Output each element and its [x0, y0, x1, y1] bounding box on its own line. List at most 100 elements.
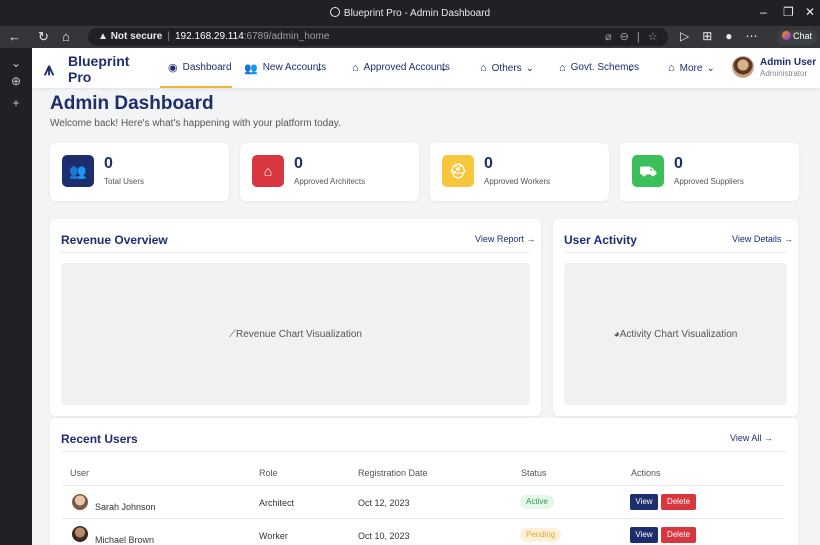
view-button[interactable]: View — [630, 527, 658, 543]
top-navbar: ⩚ Blueprint Pro ◉ Dashboard 👥 New Accounts… — [32, 48, 820, 88]
hardhat-icon: ⛑ — [442, 155, 474, 187]
column-header-status: Status — [521, 468, 547, 478]
column-header-role: Role — [259, 468, 278, 478]
toolbar-icons: ▷ ⊞ ● ⋯ — [680, 29, 771, 43]
reload-button[interactable]: ↻ — [38, 29, 49, 45]
stat-card-approved-suppliers: ⛟ 0 Approved Suppliers — [620, 143, 799, 201]
stat-label: Approved Suppliers — [674, 177, 744, 186]
window-titlebar: Blueprint Pro - Admin Dashboard – ❐ ✕ — [0, 0, 820, 26]
view-report-link[interactable]: View Report → — [475, 234, 535, 244]
home-icon: ⌂ — [480, 62, 487, 74]
url-field[interactable]: ▲ Not secure | 192.168.29.114:6789/admin_h… — [88, 28, 668, 46]
line-chart-icon: ⟋ — [228, 328, 236, 340]
divider — [61, 252, 530, 253]
stat-value: 0 — [484, 155, 493, 172]
truck-icon: ⛟ — [632, 155, 664, 187]
users-icon: 👥 — [62, 155, 94, 187]
chevron-down-icon: ⌄ — [439, 62, 449, 74]
page-title: Admin Dashboard — [50, 93, 214, 114]
chevron-down-icon: ⌄ — [626, 62, 636, 74]
menu-icon[interactable]: ⋯ — [746, 29, 758, 43]
stat-value: 0 — [674, 155, 683, 172]
chat-button[interactable]: Chat — [777, 30, 818, 45]
globe-tab-icon[interactable]: ⊕ — [0, 74, 32, 88]
page-subtitle: Welcome back! Here's what's happening wi… — [50, 118, 341, 129]
row-divider — [62, 485, 784, 486]
close-window-button[interactable]: ✕ — [805, 5, 815, 19]
nav-approved-accounts-label: Approved Accounts — [363, 62, 450, 73]
nav-govt-schemes-label: Govt. Schemes — [570, 62, 640, 73]
home-button[interactable]: ⌂ — [62, 29, 70, 44]
compass-icon: ⩚ — [44, 59, 55, 79]
security-label[interactable]: Not secure — [111, 31, 163, 42]
url-host: 192.168.29.114 — [174, 31, 244, 42]
column-header-date: Registration Date — [358, 468, 428, 478]
back-button[interactable]: ← — [8, 29, 21, 44]
chevron-down-icon: ⌄ — [525, 62, 535, 74]
column-header-user: User — [70, 468, 90, 478]
stat-label: Total Users — [104, 177, 145, 186]
address-bar: ← ↻ ⌂ ▲ Not secure | 192.168.29.114:6789/a… — [0, 26, 820, 48]
nav-govt-schemes[interactable]: ⌂ Govt. Schemes ⌄ — [559, 48, 640, 88]
stat-label: Approved Workers — [484, 177, 551, 186]
globe-icon — [329, 7, 340, 17]
home-icon: ⌂ — [252, 155, 284, 187]
minimize-button[interactable]: – — [760, 5, 767, 19]
brand-name: Blueprint Pro — [68, 53, 130, 85]
user-name-cell: Michael Brown — [95, 535, 155, 545]
nav-new-accounts-label: New Accounts — [262, 62, 327, 73]
nav-dashboard-label: Dashboard — [182, 61, 232, 73]
role-cell: Worker — [259, 531, 288, 541]
card-title: User Activity — [564, 233, 637, 247]
column-header-actions: Actions — [631, 468, 661, 478]
card-title: Revenue Overview — [61, 233, 168, 247]
user-activity-card: User Activity View Details → ◕ Activity C… — [553, 219, 798, 416]
stat-value: 0 — [104, 155, 113, 172]
delete-button[interactable]: Delete — [661, 494, 696, 510]
nav-others-label: Others — [491, 62, 522, 74]
revenue-chart: ⟋ Revenue Chart Visualization — [61, 263, 530, 405]
divider — [564, 252, 787, 253]
page: ⩚ Blueprint Pro ◉ Dashboard 👥 New Accounts… — [32, 48, 820, 545]
user-name: Admin User — [760, 57, 817, 68]
chat-label: Chat — [793, 31, 813, 41]
nav-more[interactable]: ⌂ More ⌄ — [668, 48, 715, 88]
nav-new-accounts[interactable]: 👥 New Accounts ⌄ — [244, 48, 327, 88]
status-badge: Pending — [520, 528, 562, 542]
view-details-link[interactable]: View Details → — [732, 234, 793, 244]
address-icons[interactable]: ⌀⊖|☆ — [605, 30, 666, 43]
profile-icon[interactable]: ● — [725, 29, 732, 43]
stat-card-approved-architects: ⌂ 0 Approved Architects — [240, 143, 419, 201]
play-icon[interactable]: ▷ — [680, 29, 689, 43]
extensions-icon[interactable]: ⊞ — [702, 29, 712, 43]
status-badge: Active — [520, 495, 554, 509]
nav-others[interactable]: ⌂ Others ⌄ — [480, 48, 534, 88]
stat-value: 0 — [294, 155, 303, 172]
home-icon: ⌂ — [559, 62, 566, 74]
card-title: Recent Users — [61, 432, 138, 446]
window-title-text: Blueprint Pro - Admin Dashboard — [343, 8, 491, 19]
view-all-link[interactable]: View All → — [730, 433, 773, 443]
chevron-down-icon: ⌄ — [314, 62, 324, 74]
recent-users-card: Recent Users View All → — [50, 418, 798, 545]
new-tab-icon[interactable]: + — [0, 96, 32, 110]
chevron-down-icon[interactable]: ⌄ — [0, 56, 32, 70]
browser-vertical-sidebar: ⌄ ⊕ + — [0, 48, 32, 545]
date-cell: Oct 10, 2023 — [358, 531, 410, 541]
revenue-chart-label: Revenue Chart Visualization — [235, 328, 362, 340]
home-icon: ⌂ — [668, 62, 675, 74]
user-name-cell: Sarah Johnson — [95, 502, 156, 512]
delete-button[interactable]: Delete — [661, 527, 696, 543]
nav-approved-accounts[interactable]: ⌂ Approved Accounts ⌄ — [352, 48, 450, 88]
restore-button[interactable]: ❐ — [783, 5, 794, 19]
home-icon: ⌂ — [352, 62, 359, 74]
users-icon: 👥 — [244, 62, 258, 75]
chevron-down-icon: ⌄ — [706, 62, 715, 74]
nav-dashboard[interactable]: ◉ Dashboard — [160, 48, 232, 88]
avatar — [732, 56, 754, 78]
avatar — [72, 526, 88, 542]
url-separator: | — [167, 31, 170, 42]
user-role: Administrator — [760, 69, 808, 78]
view-button[interactable]: View — [630, 494, 658, 510]
nav-more-label: More — [679, 62, 703, 74]
